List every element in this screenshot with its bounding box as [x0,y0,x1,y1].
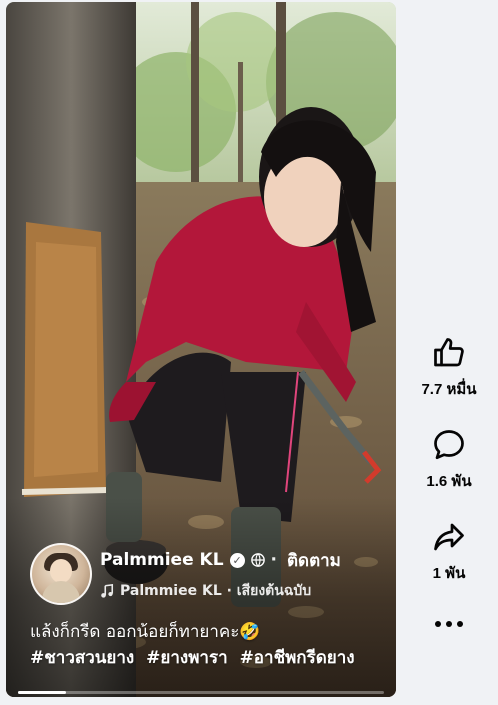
author-name[interactable]: Palmmiee KL [100,550,224,570]
more-dots-icon [457,621,463,627]
comment-bubble-icon [434,430,464,460]
audio-label: Palmmiee KL · เสียงต้นฉบับ [120,582,312,599]
more-dots-icon [435,621,441,627]
author-avatar[interactable] [30,543,92,605]
follow-button[interactable]: ติดตาม [287,547,341,574]
verified-check-icon: ✓ [229,552,245,568]
video-progress-fill [18,691,66,694]
thumbs-up-icon [434,338,464,367]
reel-actions: 7.7 หมื่น 1.6 พัน 1 พัน [400,335,498,633]
reel-video[interactable]: Palmmiee KL ✓ · ติดตาม Palmmiee KL · เสี… [6,2,396,697]
video-progress-bar[interactable] [18,691,384,694]
comment-count: 1.6 พัน [426,473,472,490]
reel-caption: แล้งก็กรีด ออกน้อยก็ทายาคะ🤣 #ชาวสวนยาง #… [30,619,382,671]
more-options-button[interactable] [429,615,469,633]
caption-text: แล้งก็กรีด ออกน้อยก็ทายาคะ🤣 [30,622,261,642]
avatar-face [50,559,72,583]
like-button[interactable]: 7.7 หมื่น [421,335,477,401]
hashtag-link[interactable]: #ยางพารา [146,648,227,668]
share-count: 1 พัน [432,565,466,582]
share-button[interactable]: 1 พัน [431,519,467,585]
author-info: Palmmiee KL ✓ · ติดตาม Palmmiee KL · เสี… [100,547,341,602]
separator-dot: · [270,550,278,570]
comment-button[interactable]: 1.6 พัน [426,427,472,493]
more-dots-icon [446,621,452,627]
author-name-line: Palmmiee KL ✓ · ติดตาม [100,547,341,574]
avatar-body [42,581,80,603]
music-note-icon [101,583,114,598]
globe-icon [250,553,265,567]
hashtag-link[interactable]: #อาชีพกรีดยาง [240,648,355,668]
reel-info-overlay: Palmmiee KL ✓ · ติดตาม Palmmiee KL · เสี… [30,543,382,671]
share-arrow-icon [434,523,464,551]
caption-hashtags: #ชาวสวนยาง #ยางพารา #อาชีพกรีดยาง [30,645,382,671]
author-row: Palmmiee KL ✓ · ติดตาม Palmmiee KL · เสี… [30,543,382,605]
like-count: 7.7 หมื่น [421,381,477,398]
audio-line[interactable]: Palmmiee KL · เสียงต้นฉบับ [100,580,341,602]
hashtag-link[interactable]: #ชาวสวนยาง [30,648,134,668]
